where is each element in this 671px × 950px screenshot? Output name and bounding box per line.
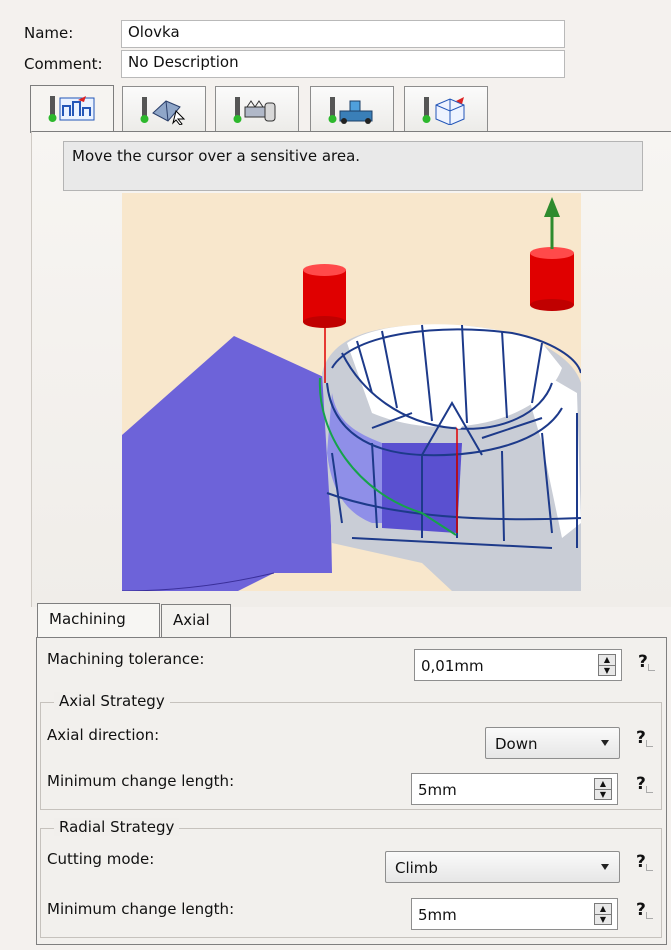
name-field[interactable]: Olovka	[121, 20, 565, 48]
axial-min-change-spinner[interactable]: 5mm ▲ ▼	[411, 773, 618, 805]
viewport-graphics	[122, 197, 581, 591]
axial-min-change-value: 5mm	[418, 781, 457, 799]
axial-min-change-label: Minimum change length:	[47, 772, 235, 790]
geometry-icon	[140, 97, 186, 125]
radial-min-change-spinner[interactable]: 5mm ▲ ▼	[411, 898, 618, 930]
tab-axial[interactable]: Axial	[161, 604, 231, 637]
status-message: Move the cursor over a sensitive area.	[63, 141, 643, 191]
strategy-viewport[interactable]	[122, 193, 581, 591]
cutting-mode-help-icon[interactable]: ?	[636, 852, 653, 872]
comment-field[interactable]: No Description	[121, 50, 565, 78]
tolerance-spin-arrows[interactable]: ▲ ▼	[598, 654, 616, 676]
tab-feeds-speeds[interactable]	[310, 86, 394, 132]
axial-direction-value: Down	[495, 735, 538, 753]
feeds-speeds-icon	[328, 97, 373, 124]
axial-direction-select[interactable]: Down	[485, 727, 620, 759]
radial-min-change-help-icon[interactable]: ?	[636, 900, 653, 920]
radial-strategy-title: Radial Strategy	[54, 818, 180, 836]
tab-macros[interactable]	[404, 86, 488, 132]
macros-icon	[422, 97, 465, 125]
cylinder-left	[303, 264, 346, 328]
machining-tolerance-value: 0,01mm	[421, 657, 484, 675]
machining-tolerance-spinner[interactable]: 0,01mm ▲ ▼	[414, 649, 622, 681]
tolerance-help-icon[interactable]: ?	[638, 652, 655, 672]
tab-tool[interactable]	[215, 86, 299, 132]
radial-min-change-value: 5mm	[418, 906, 457, 924]
cutting-mode-value: Climb	[395, 859, 438, 877]
comment-label: Comment:	[24, 55, 103, 73]
tab-geometry[interactable]	[122, 86, 206, 132]
cylinder-right	[530, 247, 574, 311]
machining-tolerance-label: Machining tolerance:	[47, 650, 205, 668]
chevron-down-icon	[601, 740, 609, 746]
axial-strategy-title: Axial Strategy	[54, 692, 170, 710]
axial-min-change-help-icon[interactable]: ?	[636, 774, 653, 794]
radial-spin-arrows[interactable]: ▲ ▼	[594, 903, 612, 925]
tab-machining[interactable]: Machining	[37, 603, 160, 638]
axial-spin-arrows[interactable]: ▲ ▼	[594, 778, 612, 800]
cutting-mode-select[interactable]: Climb	[385, 851, 620, 883]
radial-min-change-label: Minimum change length:	[47, 900, 235, 918]
axial-direction-label: Axial direction:	[47, 726, 160, 744]
cutting-mode-label: Cutting mode:	[47, 850, 155, 868]
tab-strategy[interactable]	[30, 85, 114, 133]
axial-direction-help-icon[interactable]: ?	[636, 728, 653, 748]
tool-icon	[233, 97, 276, 123]
strategy-icon	[48, 96, 95, 122]
chevron-down-icon	[601, 864, 609, 870]
name-label: Name:	[24, 24, 74, 42]
